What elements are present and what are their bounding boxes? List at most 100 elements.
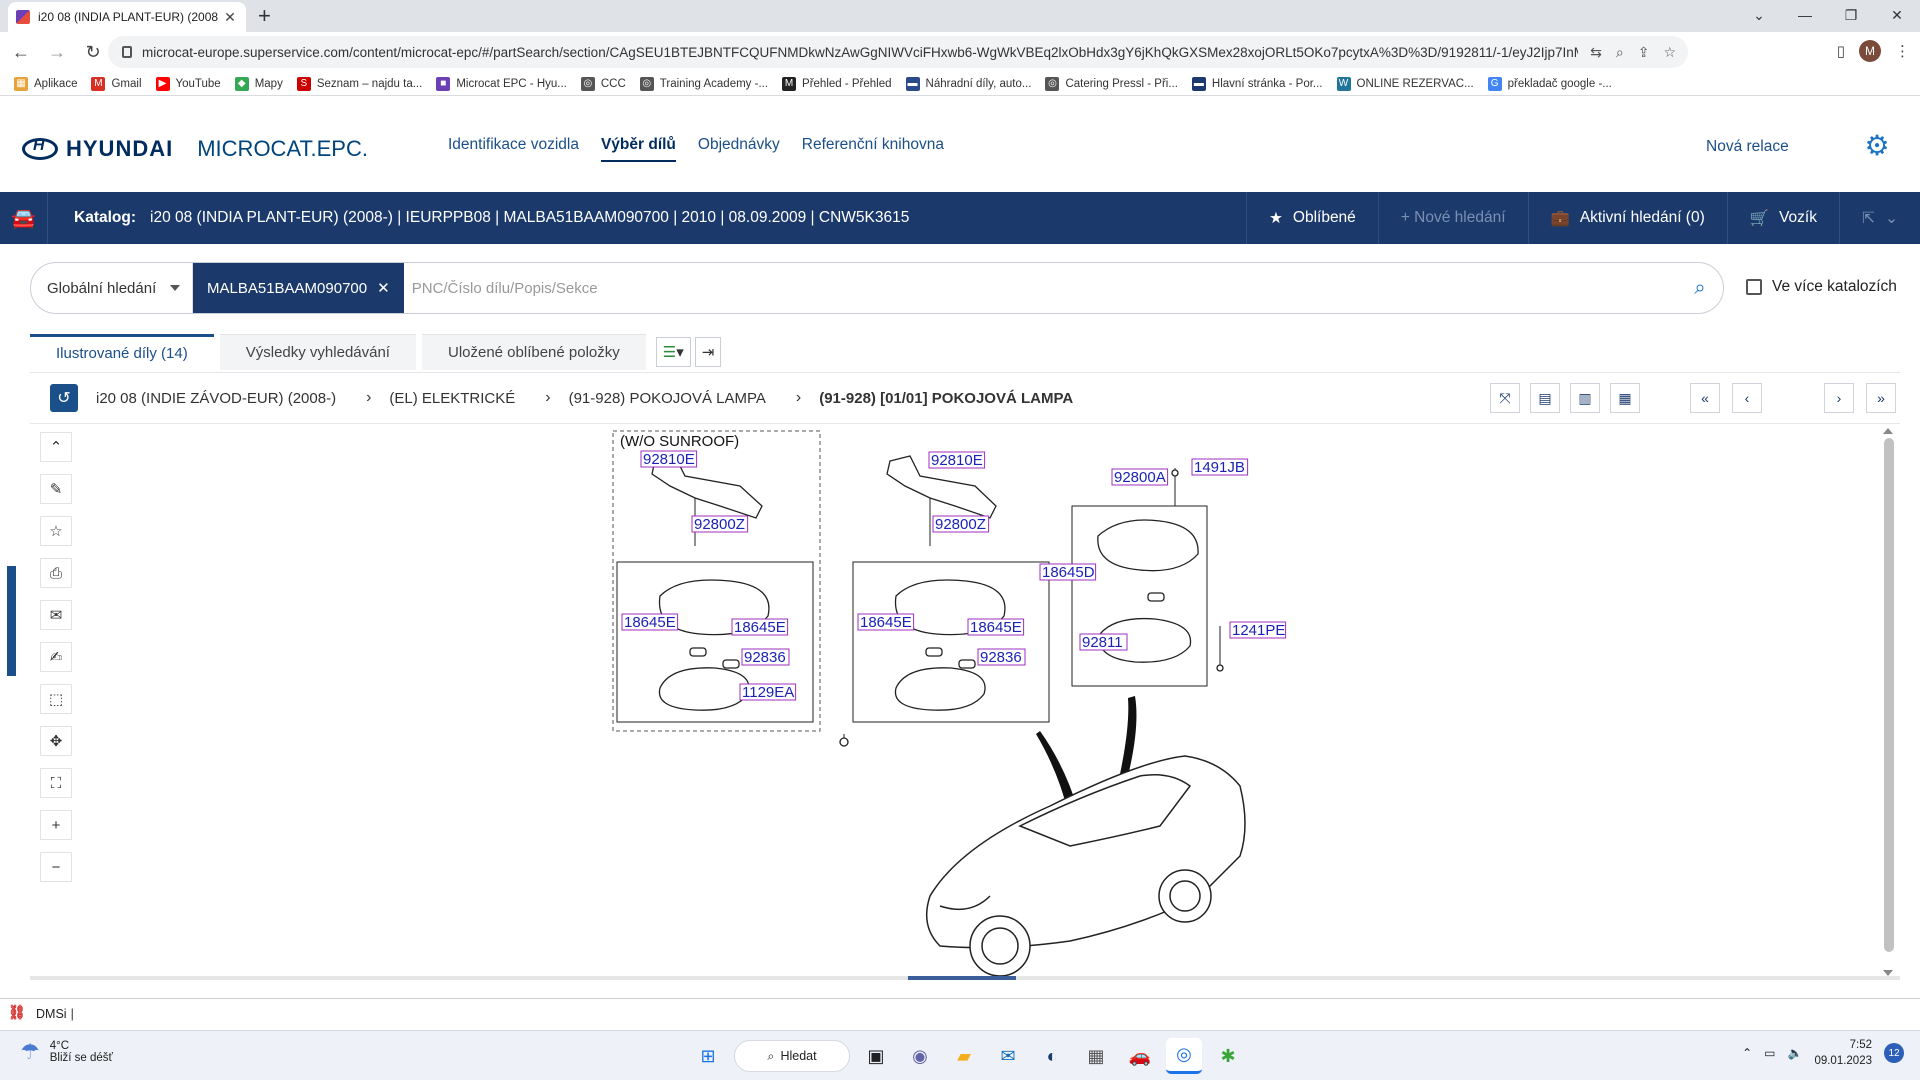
gear-icon[interactable]: ⚙ [1862, 130, 1892, 161]
bulb-part-2b[interactable] [958, 659, 976, 669]
back-to-tree-icon[interactable]: ↺ [50, 384, 78, 412]
car-icon[interactable]: 🚘 [0, 192, 48, 244]
print-icon[interactable]: ⎙ [40, 558, 72, 588]
translate-icon[interactable]: ⇆ [1590, 44, 1602, 61]
full-image-view-icon[interactable]: ▤ [1530, 383, 1560, 413]
profile-avatar[interactable]: M [1859, 40, 1881, 62]
clock[interactable]: 7:52 09.01.2023 [1814, 1037, 1872, 1069]
bookmark-maps[interactable]: ◆ Mapy [234, 76, 283, 91]
active-search-button[interactable]: 💼 Aktivní hledání (0) [1527, 192, 1727, 244]
bookmark-training[interactable]: ◎ Training Academy -... [639, 76, 768, 91]
tab-search-icon[interactable]: ⌄ [1736, 0, 1782, 30]
bulb-part-2a[interactable] [925, 647, 943, 657]
bookmark-prehled[interactable]: M Přehled - Přehled [782, 76, 892, 91]
breadcrumb-section[interactable]: (91-928) POKOJOVÁ LAMPA [569, 390, 766, 407]
tab-search-results[interactable]: Výsledky vyhledávání [219, 334, 416, 370]
nav-orders[interactable]: Objednávky [698, 136, 780, 162]
close-window-button[interactable]: ✕ [1874, 0, 1920, 30]
bookmark-star-icon[interactable]: ☆ [1663, 44, 1676, 61]
part-label-18645e[interactable]: 18645E [734, 619, 786, 636]
sidepanel-icon[interactable]: ▯ [1837, 42, 1845, 60]
multi-catalog-option[interactable]: Ve více katalozích [1746, 278, 1897, 296]
screw-1241PE[interactable] [1216, 664, 1224, 672]
diagram-horizontal-scrollbar[interactable] [30, 976, 1900, 980]
collapse-view-icon[interactable]: ⤧ [1490, 383, 1520, 413]
add-note-icon[interactable]: ✎ [40, 474, 72, 504]
part-label-18645d[interactable]: 18645D [1042, 564, 1095, 581]
part-label-92800z[interactable]: 92800Z [935, 516, 986, 533]
collapse-panel-button[interactable]: ⇥ [694, 337, 722, 367]
bulb-part-3[interactable] [1147, 592, 1165, 602]
scroll-up-arrow-icon[interactable] [1883, 428, 1893, 434]
outlook-icon[interactable]: ✉ [990, 1038, 1026, 1074]
green-app-icon[interactable]: ✱ [1210, 1038, 1246, 1074]
next-page-icon[interactable]: › [1824, 383, 1854, 413]
bookmark-nahradni[interactable]: ▬ Náhradní díly, auto... [905, 76, 1031, 91]
chevron-up-icon[interactable]: ⌃ [40, 432, 72, 462]
zoom-out-icon[interactable]: − [40, 852, 72, 882]
screw-1491JB[interactable] [1171, 469, 1179, 477]
address-bar[interactable]: microcat-europe.superservice.com/content… [108, 36, 1688, 68]
car-app-icon[interactable]: 🚗 [1122, 1038, 1158, 1074]
split-view-icon[interactable]: ▥ [1570, 383, 1600, 413]
breadcrumb-group[interactable]: (EL) ELEKTRICKÉ [389, 390, 515, 407]
horizontal-scroll-thumb[interactable] [908, 976, 1016, 980]
browser-tab[interactable]: i20 08 (INDIA PLANT-EUR) (2008 ✕ [8, 2, 246, 32]
screw-1129EA[interactable] [839, 737, 849, 747]
bookmark-ccc[interactable]: ◎ CCC [580, 76, 626, 91]
bookmark-hlavni[interactable]: ▬ Hlavní stránka - Por... [1191, 76, 1323, 91]
pan-icon[interactable]: ✥ [40, 726, 72, 756]
lamp-lens-1[interactable] [658, 667, 750, 711]
bookmark-gmail[interactable]: M Gmail [91, 76, 142, 91]
back-arrow-icon[interactable]: ← [6, 37, 36, 67]
email-icon[interactable]: ✉ [40, 600, 72, 630]
bookmark-seznam[interactable]: S Seznam – najdu ta... [296, 76, 422, 91]
part-label-92811[interactable]: 92811 [1082, 634, 1123, 651]
parts-diagram[interactable]: (W/O SUNROOF) 92810E92800Z18645E 18645E9… [600, 426, 1320, 982]
part-label-18645e[interactable]: 18645E [860, 614, 912, 631]
calculator-icon[interactable]: ▦ [1078, 1038, 1114, 1074]
new-session-link[interactable]: Nová relace [1706, 138, 1789, 156]
search-icon[interactable]: ⌕ [1677, 277, 1723, 300]
search-input[interactable] [403, 263, 1677, 313]
bookmark-rezervace[interactable]: W ONLINE REZERVAC... [1336, 76, 1474, 91]
new-tab-button[interactable]: + [258, 4, 271, 28]
list-view-icon[interactable]: ▦ [1610, 383, 1640, 413]
app-icon-1[interactable]: ◐ [1034, 1038, 1070, 1074]
part-label-92810e[interactable]: 92810E [931, 452, 983, 469]
windows-start-icon[interactable]: ⊞ [690, 1038, 726, 1074]
part-label-1491jb[interactable]: 1491JB [1194, 459, 1245, 476]
edit-note-icon[interactable]: ✍ [40, 642, 72, 672]
reload-icon[interactable]: ↻ [78, 37, 108, 67]
last-page-icon[interactable]: » [1866, 383, 1896, 413]
part-label-92800z[interactable]: 92800Z [694, 516, 745, 533]
nav-parts-selection[interactable]: Výběr dílů [600, 136, 676, 162]
part-label-92810e[interactable]: 92810E [643, 451, 695, 468]
bookmark-youtube[interactable]: ▶ YouTube [155, 76, 221, 91]
multi-catalog-checkbox[interactable] [1746, 279, 1762, 295]
favorites-button[interactable]: ★ Oblíbené [1245, 192, 1378, 244]
part-label-92836[interactable]: 92836 [980, 649, 1022, 666]
task-view-icon[interactable]: ▣ [858, 1038, 894, 1074]
part-label-92836[interactable]: 92836 [744, 649, 786, 666]
share-icon[interactable]: ⇪ [1638, 44, 1650, 61]
part-label-92800a[interactable]: 92800A [1114, 469, 1166, 486]
close-icon[interactable]: ✕ [377, 279, 390, 297]
side-panel-toggle[interactable] [7, 566, 16, 676]
fit-screen-icon[interactable]: ⛶ [40, 768, 72, 798]
list-view-button[interactable]: ☰ ▾ [655, 337, 691, 367]
breadcrumb-model[interactable]: i20 08 (INDIE ZÁVOD-EUR) (2008-) [96, 390, 336, 407]
chrome-icon[interactable]: ◎ [1166, 1038, 1202, 1074]
part-label-1241pe[interactable]: 1241PE [1232, 622, 1285, 639]
hyundai-logo[interactable]: HYUNDAI MICROCAT.EPC. [22, 136, 368, 162]
bulb-part-1a[interactable] [689, 647, 707, 657]
browser-menu-icon[interactable]: ⋮ [1895, 42, 1910, 60]
chevron-up-icon[interactable]: ⌃ [1742, 1046, 1752, 1060]
file-explorer-icon[interactable]: ▰ [946, 1038, 982, 1074]
tab-saved-favorites[interactable]: Uložené oblíbené položky [421, 334, 646, 370]
minimize-button[interactable]: — [1782, 0, 1828, 30]
export-button[interactable]: ⇱ ⌄ [1839, 192, 1920, 244]
taskbar-search[interactable]: ⌕ Hledat [734, 1040, 850, 1072]
part-label-18645e[interactable]: 18645E [970, 619, 1022, 636]
new-search-button[interactable]: + Nové hledání [1377, 192, 1528, 244]
